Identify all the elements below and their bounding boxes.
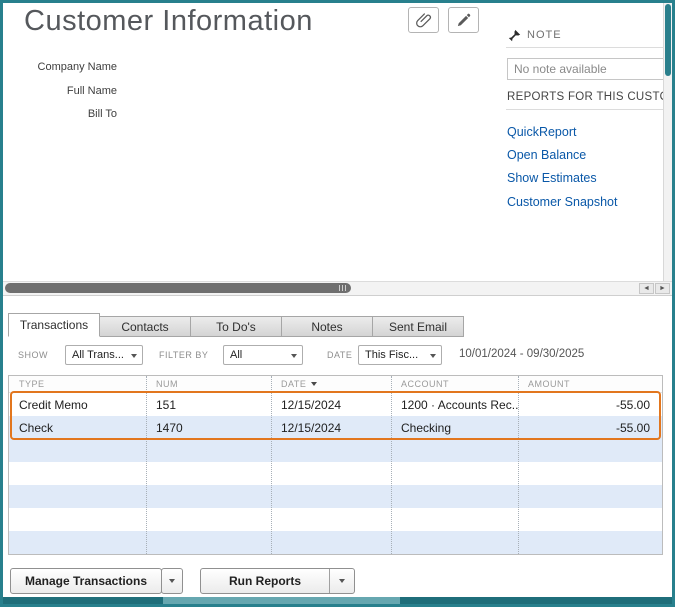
empty-row xyxy=(9,439,662,462)
company-name-label: Company Name xyxy=(3,61,117,73)
cell-num: 1470 xyxy=(146,416,271,439)
customer-snapshot-link[interactable]: Customer Snapshot xyxy=(507,195,617,209)
scroll-right-button[interactable]: ► xyxy=(655,283,670,294)
show-dropdown-value: All Trans... xyxy=(72,349,124,361)
empty-row xyxy=(9,485,662,508)
sort-desc-icon xyxy=(311,382,317,386)
cell-date: 12/15/2024 xyxy=(271,393,391,416)
table-header-row: TYPE NUM DATE ACCOUNT AMOUNT xyxy=(9,376,662,393)
show-dropdown[interactable]: All Trans... xyxy=(65,345,143,365)
date-label: DATE xyxy=(327,350,352,360)
cell-amount: -55.00 xyxy=(518,416,660,439)
run-reports-button[interactable]: Run Reports xyxy=(200,568,355,594)
note-heading: NOTE xyxy=(527,29,562,41)
col-header-num[interactable]: NUM xyxy=(146,376,271,392)
pencil-icon xyxy=(456,13,471,28)
empty-row xyxy=(9,508,662,531)
chevron-down-icon xyxy=(339,579,345,583)
edit-button[interactable] xyxy=(448,7,479,33)
reports-heading: REPORTS FOR THIS CUSTO xyxy=(507,91,663,103)
chevron-down-icon xyxy=(430,354,436,358)
cell-account: Checking xyxy=(391,416,518,439)
show-estimates-link[interactable]: Show Estimates xyxy=(507,171,597,185)
full-name-label: Full Name xyxy=(3,85,117,97)
cell-type: Credit Memo xyxy=(9,393,146,416)
empty-row xyxy=(9,531,662,554)
manage-transactions-button[interactable]: Manage Transactions xyxy=(10,568,162,594)
customer-info-panel: Customer Information Company Name Full N… xyxy=(3,3,663,281)
scrollbar-grip xyxy=(339,285,346,291)
attach-button[interactable] xyxy=(408,7,439,33)
vertical-scrollbar-thumb[interactable] xyxy=(665,4,671,76)
manage-transactions-arrow-button[interactable] xyxy=(161,568,183,594)
scroll-left-icon: ◄ xyxy=(643,285,650,292)
cell-type: Check xyxy=(9,416,146,439)
chevron-down-icon xyxy=(169,579,175,583)
bottom-scrollbar[interactable] xyxy=(3,597,672,604)
note-divider xyxy=(506,47,663,48)
horizontal-scrollbar-thumb[interactable] xyxy=(5,283,351,293)
col-header-account[interactable]: ACCOUNT xyxy=(391,376,518,392)
date-dropdown[interactable]: This Fisc... xyxy=(358,345,442,365)
tab-notes[interactable]: Notes xyxy=(281,316,373,337)
scroll-right-icon: ► xyxy=(659,285,666,292)
date-range-text: 10/01/2024 - 09/30/2025 xyxy=(459,348,584,360)
open-balance-link[interactable]: Open Balance xyxy=(507,148,586,162)
cell-amount: -55.00 xyxy=(518,393,660,416)
bottom-scrollbar-thumb[interactable] xyxy=(163,597,400,604)
reports-divider xyxy=(506,109,663,110)
filter-by-dropdown[interactable]: All xyxy=(223,345,303,365)
col-header-amount[interactable]: AMOUNT xyxy=(518,376,660,392)
paperclip-icon xyxy=(416,12,432,28)
cell-num: 151 xyxy=(146,393,271,416)
tab-transactions[interactable]: Transactions xyxy=(8,313,100,337)
chevron-down-icon xyxy=(291,354,297,358)
horizontal-scrollbar[interactable]: ◄ ► xyxy=(3,281,672,296)
table-row[interactable]: Check 1470 12/15/2024 Checking -55.00 xyxy=(9,416,662,439)
run-reports-arrow[interactable] xyxy=(329,569,354,593)
run-reports-label: Run Reports xyxy=(201,569,329,593)
vertical-scrollbar[interactable] xyxy=(663,3,672,281)
col-header-type[interactable]: TYPE xyxy=(9,376,146,392)
note-field[interactable]: No note available xyxy=(507,58,663,80)
tab-contacts[interactable]: Contacts xyxy=(99,316,191,337)
filter-by-dropdown-value: All xyxy=(230,349,242,361)
tab-todos[interactable]: To Do's xyxy=(190,316,282,337)
scroll-left-button[interactable]: ◄ xyxy=(639,283,654,294)
date-dropdown-value: This Fisc... xyxy=(365,349,418,361)
tab-sent-email[interactable]: Sent Email xyxy=(372,316,464,337)
empty-row xyxy=(9,462,662,485)
quickreport-link[interactable]: QuickReport xyxy=(507,125,576,139)
customer-information-window: Customer Information Company Name Full N… xyxy=(0,0,675,607)
manage-transactions-label: Manage Transactions xyxy=(25,574,147,588)
cell-account: 1200 · Accounts Rec... xyxy=(391,393,518,416)
page-title: Customer Information xyxy=(24,5,313,38)
filter-by-label: FILTER BY xyxy=(159,350,208,360)
chevron-down-icon xyxy=(131,354,137,358)
bill-to-label: Bill To xyxy=(3,108,117,120)
transaction-tabs: Transactions Contacts To Do's Notes Sent… xyxy=(8,313,464,337)
table-row[interactable]: Credit Memo 151 12/15/2024 1200 · Accoun… xyxy=(9,393,662,416)
cell-date: 12/15/2024 xyxy=(271,416,391,439)
pushpin-icon xyxy=(508,29,521,47)
col-header-date[interactable]: DATE xyxy=(271,376,391,392)
transactions-table: TYPE NUM DATE ACCOUNT AMOUNT Credit Memo… xyxy=(8,375,663,555)
show-label: SHOW xyxy=(18,350,48,360)
